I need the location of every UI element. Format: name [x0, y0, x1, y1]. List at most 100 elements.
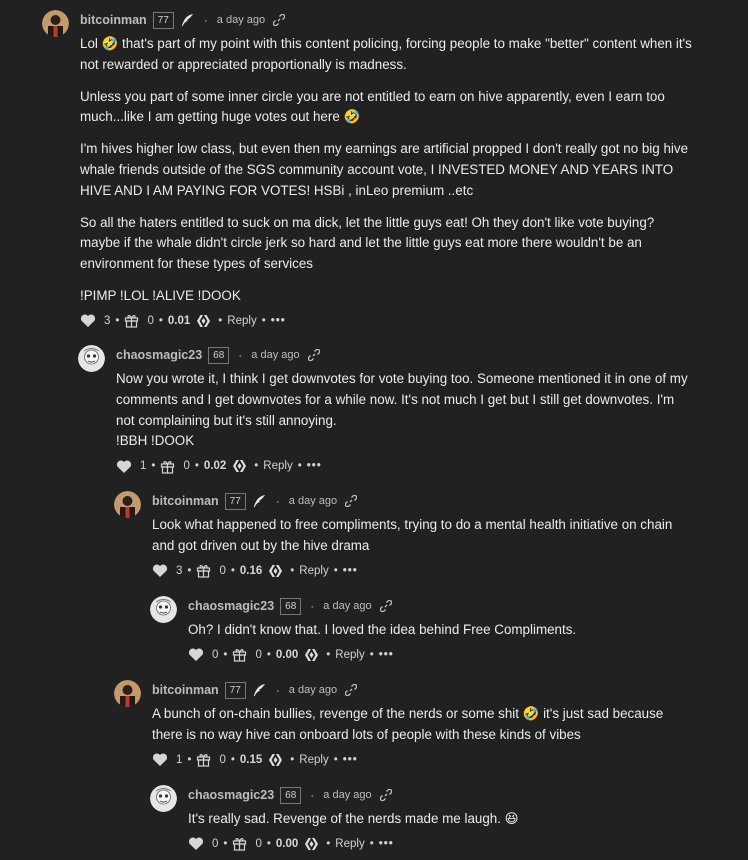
heart-upvote-icon[interactable] [188, 836, 204, 851]
reputation-badge: 77 [224, 681, 246, 699]
comment-footer: 0 • 0 • 0.00 • Reply • ••• [188, 833, 692, 855]
comment-footer: 1 • 0 • 0.02 • Reply • ••• [116, 455, 692, 477]
reputation-badge: 77 [152, 11, 174, 29]
hive-icon [304, 837, 321, 851]
comment-header: chaosmagic23 68 · a day ago [116, 344, 692, 366]
comment-paragraph: I'm hives higher low class, but even the… [80, 141, 689, 198]
comment-paragraph: So all the haters entitled to suck on ma… [80, 214, 655, 272]
comment-paragraph: Now you wrote it, I think I get downvote… [116, 371, 688, 449]
comment-paragraph: Lol 🤣 that's part of my point with this … [80, 36, 692, 72]
gift-icon[interactable] [160, 459, 175, 474]
payout-value[interactable]: 0.00 [276, 649, 298, 661]
permalink-icon[interactable] [345, 495, 358, 507]
gift-count: 0 [255, 837, 262, 850]
comment-footer: 1 • 0 • 0.15 • Reply • ••• [152, 749, 692, 771]
comment: chaosmagic23 68 · a day ago It's really … [150, 784, 692, 855]
timestamp[interactable]: a day ago [289, 684, 337, 696]
heart-upvote-icon[interactable] [116, 459, 132, 474]
comment: bitcoinman 77 · a day ago A bunch of on-… [114, 679, 692, 771]
more-options-button[interactable]: ••• [271, 315, 286, 327]
gift-count: 0 [183, 460, 190, 473]
reply-button[interactable]: Reply [227, 315, 256, 327]
more-options-button[interactable]: ••• [307, 460, 322, 472]
author-name[interactable]: chaosmagic23 [188, 788, 274, 802]
more-options-button[interactable]: ••• [343, 565, 358, 577]
hive-icon [304, 648, 321, 662]
avatar[interactable] [150, 596, 177, 623]
comment-paragraph: Look what happened to free compliments, … [152, 517, 673, 553]
more-options-button[interactable]: ••• [343, 754, 358, 766]
reply-button[interactable]: Reply [263, 460, 292, 472]
payout-value[interactable]: 0.15 [240, 754, 262, 766]
gift-icon[interactable] [232, 647, 247, 662]
comment-paragraph: It's really sad. Revenge of the nerds ma… [188, 811, 519, 826]
vote-count[interactable]: 1 [140, 460, 146, 472]
reply-button[interactable]: Reply [299, 754, 328, 766]
timestamp[interactable]: a day ago [251, 349, 299, 361]
permalink-icon[interactable] [273, 14, 286, 26]
avatar[interactable] [150, 785, 177, 812]
hive-icon [196, 314, 213, 328]
more-options-button[interactable]: ••• [379, 838, 394, 850]
reputation-badge: 68 [280, 597, 302, 615]
gift-icon[interactable] [196, 752, 211, 767]
heart-upvote-icon[interactable] [152, 563, 168, 578]
gift-count: 0 [219, 564, 226, 577]
avatar[interactable] [114, 680, 141, 707]
comment-header: bitcoinman 77 · a day ago [152, 679, 692, 701]
comment-footer: 0 • 0 • 0.00 • Reply • ••• [188, 644, 692, 666]
comment-body: Lol 🤣 that's part of my point with this … [80, 34, 692, 307]
timestamp[interactable]: a day ago [323, 600, 371, 612]
vote-count[interactable]: 3 [176, 565, 182, 577]
payout-value[interactable]: 0.00 [276, 838, 298, 850]
comment-paragraph: Unless you part of some inner circle you… [80, 88, 665, 125]
heart-upvote-icon[interactable] [188, 647, 204, 662]
comment-header: chaosmagic23 68 · a day ago [188, 595, 692, 617]
reputation-badge: 77 [224, 492, 246, 510]
timestamp[interactable]: a day ago [217, 14, 265, 26]
reply-button[interactable]: Reply [299, 565, 328, 577]
permalink-icon[interactable] [379, 600, 392, 612]
comment-paragraph: A bunch of on-chain bullies, revenge of … [152, 706, 664, 742]
author-name[interactable]: chaosmagic23 [116, 348, 202, 362]
heart-upvote-icon[interactable] [80, 313, 96, 328]
avatar[interactable] [42, 10, 69, 37]
heart-upvote-icon[interactable] [152, 752, 168, 767]
avatar[interactable] [78, 345, 105, 372]
gift-icon[interactable] [196, 563, 211, 578]
timestamp[interactable]: a day ago [323, 789, 371, 801]
author-name[interactable]: chaosmagic23 [188, 599, 274, 613]
payout-value[interactable]: 0.02 [204, 460, 226, 472]
comment: bitcoinman 77 · a day ago Look what happ… [114, 490, 692, 582]
comment-footer: 3 • 0 • 0.01 • Reply • ••• [80, 310, 692, 332]
permalink-icon[interactable] [307, 349, 320, 361]
gift-count: 0 [147, 314, 154, 327]
vote-count[interactable]: 3 [104, 315, 110, 327]
gift-icon[interactable] [124, 313, 139, 328]
comment: bitcoinman 77 · a day ago Lol 🤣 that's p… [42, 9, 692, 332]
more-options-button[interactable]: ••• [379, 649, 394, 661]
gift-icon[interactable] [232, 836, 247, 851]
vote-count[interactable]: 0 [212, 838, 218, 850]
reply-button[interactable]: Reply [335, 838, 364, 850]
vote-count[interactable]: 1 [176, 754, 182, 766]
hive-icon [268, 564, 285, 578]
comment-body: It's really sad. Revenge of the nerds ma… [188, 809, 692, 830]
payout-value[interactable]: 0.01 [168, 315, 190, 327]
vote-count[interactable]: 0 [212, 649, 218, 661]
comment-header: bitcoinman 77 · a day ago [80, 9, 692, 31]
payout-value[interactable]: 0.16 [240, 565, 262, 577]
feather-icon [252, 683, 267, 698]
author-name[interactable]: bitcoinman [152, 683, 219, 697]
permalink-icon[interactable] [379, 789, 392, 801]
comment: chaosmagic23 68 · a day ago Oh? I didn't… [150, 595, 692, 666]
comment-body: Oh? I didn't know that. I loved the idea… [188, 620, 692, 641]
author-name[interactable]: bitcoinman [152, 494, 219, 508]
comment-footer: 3 • 0 • 0.16 • Reply • ••• [152, 560, 692, 582]
timestamp[interactable]: a day ago [289, 495, 337, 507]
reply-button[interactable]: Reply [335, 649, 364, 661]
avatar[interactable] [114, 491, 141, 518]
author-name[interactable]: bitcoinman [80, 13, 147, 27]
permalink-icon[interactable] [345, 684, 358, 696]
comment: chaosmagic23 68 · a day ago Now you wrot… [78, 344, 692, 477]
